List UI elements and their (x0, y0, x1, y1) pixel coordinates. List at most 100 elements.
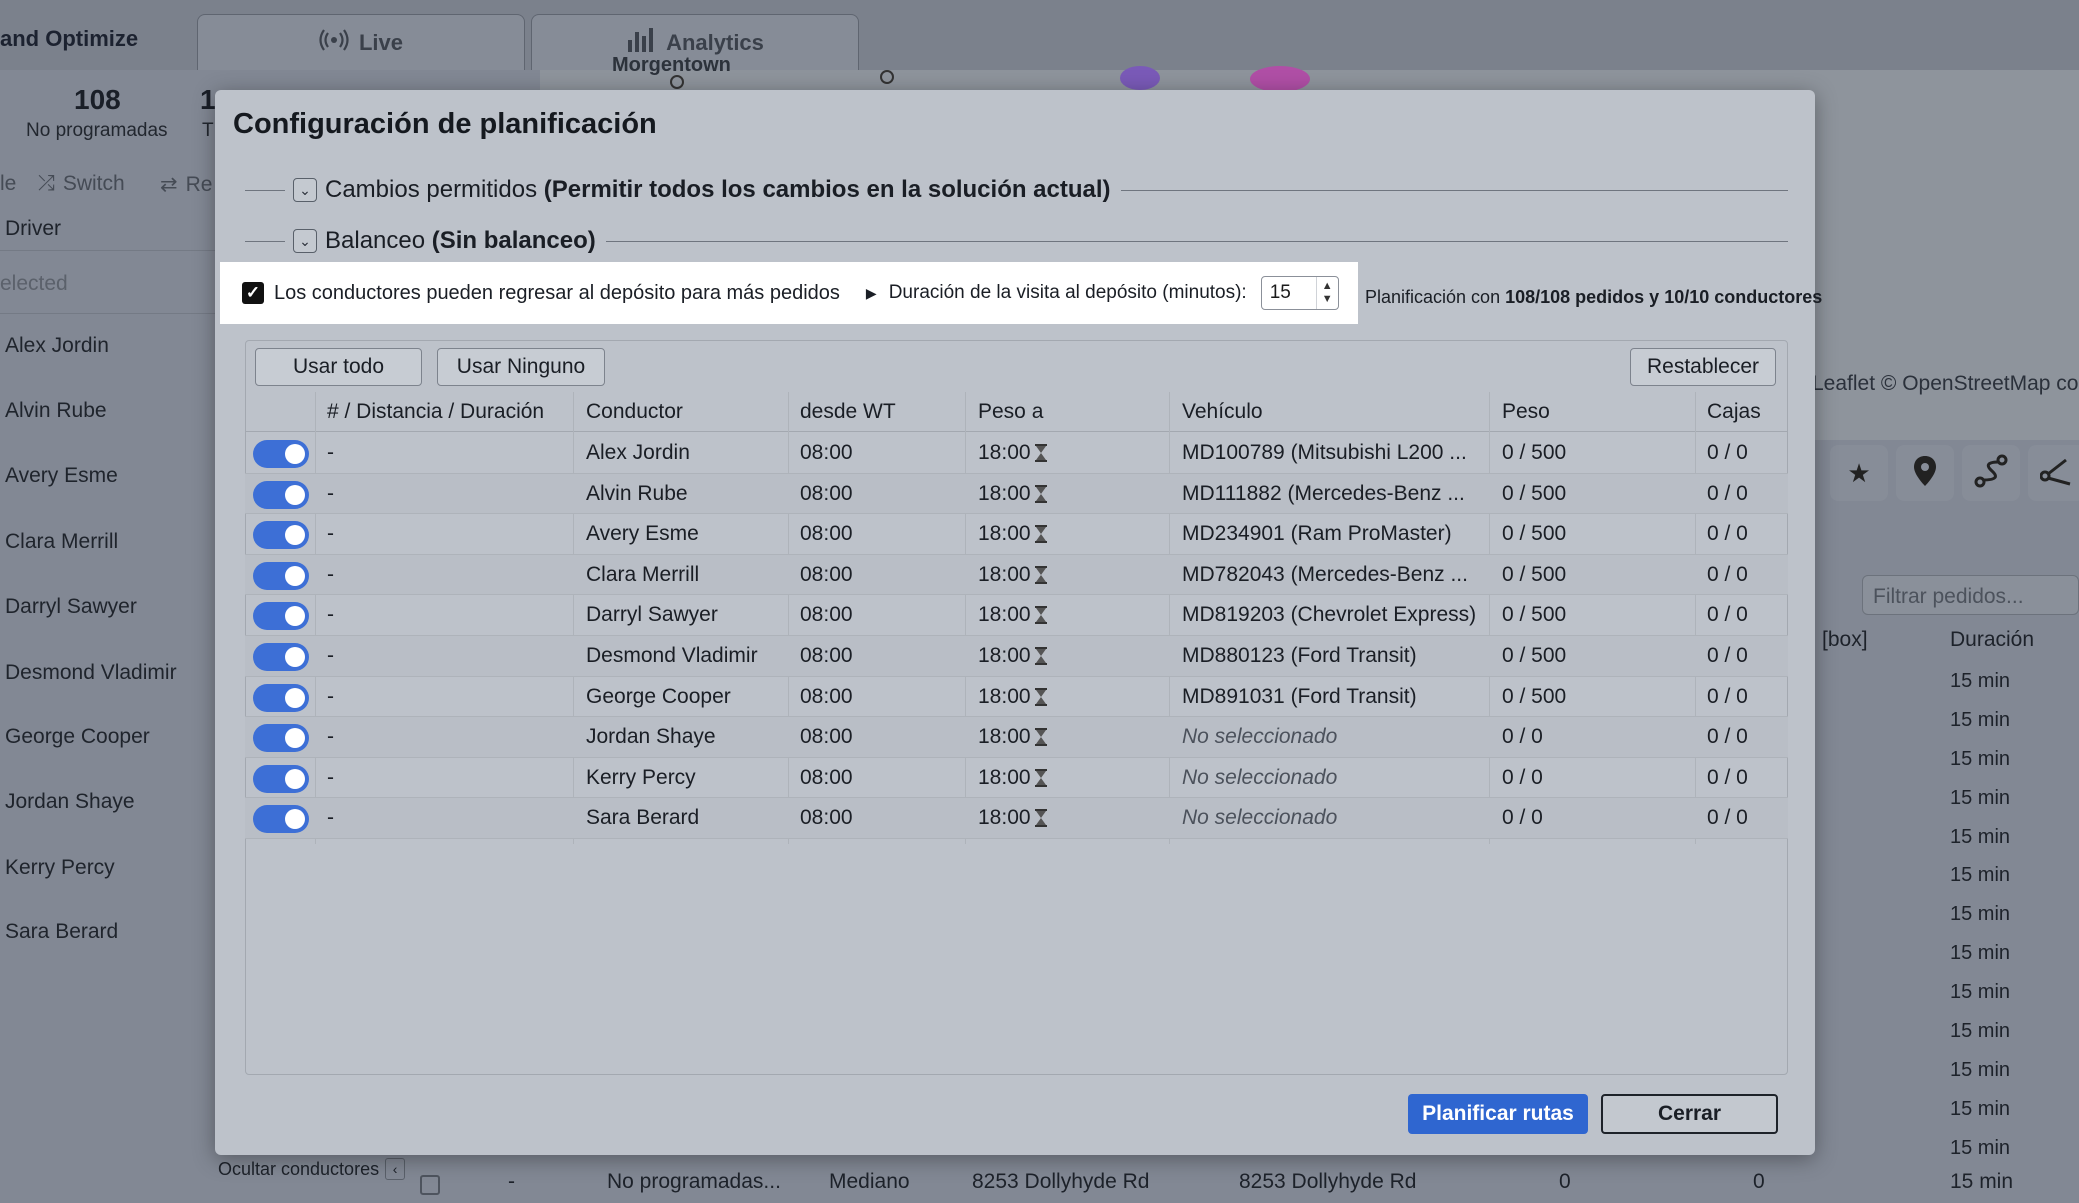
hourglass-icon[interactable] (1034, 565, 1047, 584)
map-cluster-icon[interactable] (1120, 66, 1160, 90)
map-cluster-icon[interactable] (1250, 66, 1310, 92)
path-button[interactable] (2028, 445, 2079, 501)
driver-list-item[interactable]: Kerry Percy (5, 856, 115, 880)
vehicle-cell[interactable]: MD100789 (Mitsubishi L200 ... (1182, 433, 1482, 473)
hourglass-icon[interactable] (1034, 809, 1047, 828)
driver-list-item[interactable]: Sara Berard (5, 920, 118, 944)
column-distance[interactable]: # / Distancia / Duración (327, 392, 544, 432)
hourglass-icon[interactable] (1034, 525, 1047, 544)
balancing-header[interactable]: Balanceo (Sin balanceo) (325, 227, 596, 255)
vehicle-cell[interactable]: No seleccionado (1182, 798, 1482, 838)
toolbar-item[interactable]: le (0, 172, 16, 196)
driver-list-item[interactable]: Jordan Shaye (5, 790, 135, 814)
driver-name-cell-text: George Cooper (586, 684, 731, 708)
table-row[interactable]: - Avery Esme 08:00 18:00 MD234901 (Ram ProMa… (245, 514, 1788, 555)
driver-list-item[interactable]: George Cooper (5, 725, 150, 749)
toolbar-item-re[interactable]: ⇄ Re (160, 172, 212, 197)
chevron-left-icon[interactable]: ‹ (385, 1158, 406, 1180)
driver-list-item[interactable]: Desmond Vladimir (5, 661, 177, 685)
hide-drivers-toggle[interactable]: Ocultar conductores ‹ (218, 1158, 406, 1180)
table-row[interactable]: - Darryl Sawyer 08:00 18:00 MD819203 (Chevro… (245, 595, 1788, 636)
filter-orders-input[interactable]: Filtrar pedidos... (1862, 575, 2079, 615)
weight-cell-text: 0 / 500 (1502, 441, 1567, 464)
hourglass-icon[interactable] (1034, 687, 1047, 706)
vehicle-cell[interactable]: No seleccionado (1182, 717, 1482, 757)
driver-enabled-toggle[interactable] (253, 480, 309, 509)
vehicle-cell[interactable]: MD891031 (Ford Transit) (1182, 677, 1482, 717)
distance-cell: - (327, 514, 334, 554)
allowed-changes-header[interactable]: Cambios permitidos (Permitir todos los c… (325, 176, 1111, 204)
driver-enabled-toggle[interactable] (253, 724, 309, 753)
chevron-down-icon[interactable]: ⌄ (293, 229, 317, 253)
use-all-button[interactable]: Usar todo (255, 348, 422, 386)
vehicle-cell[interactable]: MD880123 (Ford Transit) (1182, 636, 1482, 676)
chevron-up-icon[interactable]: ▲ (1322, 280, 1333, 293)
balancing-section[interactable]: ⌄ Balanceo (Sin balanceo) (245, 226, 1788, 256)
table-row[interactable]: - Sara Berard 08:00 18:00 No seleccionado 0 /… (245, 798, 1788, 839)
close-button[interactable]: Cerrar (1601, 1094, 1778, 1134)
map-marker-icon[interactable] (880, 70, 894, 84)
table-row[interactable]: - Kerry Percy 08:00 18:00 No seleccionado 0 /… (245, 758, 1788, 799)
vehicle-cell[interactable]: No seleccionado (1182, 758, 1482, 798)
use-none-button[interactable]: Usar Ninguno (437, 348, 605, 386)
table-row[interactable]: - Clara Merrill 08:00 18:00 MD782043 (Merced… (245, 554, 1788, 596)
order-checkbox[interactable] (420, 1175, 440, 1195)
chevron-down-icon[interactable]: ⌄ (293, 178, 317, 202)
return-depot-label[interactable]: Los conductores pueden regresar al depós… (274, 282, 840, 305)
column-weight[interactable]: Peso (1502, 392, 1550, 432)
table-row[interactable]: - Jordan Shaye 08:00 18:00 No seleccionado 0 … (245, 717, 1788, 758)
pin-star-button[interactable]: ★ (1830, 445, 1888, 501)
column-vehicle[interactable]: Vehículo (1182, 392, 1263, 432)
hourglass-icon[interactable] (1034, 444, 1047, 462)
hourglass-icon[interactable] (1034, 606, 1047, 625)
end-time-cell: 18:00 (978, 717, 1047, 757)
driver-list-item[interactable]: Darryl Sawyer (5, 595, 137, 619)
driver-enabled-toggle[interactable] (253, 643, 309, 671)
driver-enabled-toggle[interactable] (253, 440, 309, 468)
stepper-arrows[interactable]: ▲ ▼ (1315, 277, 1338, 309)
column-driver[interactable]: Conductor (586, 392, 683, 432)
hourglass-icon[interactable] (1034, 728, 1047, 747)
vehicle-cell-text: No seleccionado (1182, 765, 1338, 789)
table-row[interactable]: - Alvin Rube 08:00 18:00 MD111882 (Mercedes-… (245, 473, 1788, 515)
driver-enabled-toggle[interactable] (253, 602, 309, 631)
driver-list-item[interactable]: Clara Merrill (5, 530, 118, 554)
column-to[interactable]: Peso a (978, 392, 1043, 432)
return-depot-checkbox[interactable]: ✓ (242, 282, 264, 304)
driver-list-item[interactable]: Avery Esme (5, 464, 118, 488)
vehicle-cell[interactable]: MD819203 (Chevrolet Express) (1182, 595, 1482, 635)
column-boxes[interactable]: Cajas (1707, 392, 1761, 432)
depot-duration-value[interactable]: 15 (1262, 282, 1316, 304)
table-row[interactable]: - George Cooper 08:00 18:00 MD891031 (Ford T… (245, 677, 1788, 718)
boxes-cell: 0 / 0 (1707, 798, 1748, 838)
table-row[interactable]: - Desmond Vladimir 08:00 18:00 MD880123 (For… (245, 636, 1788, 677)
chevron-down-icon[interactable]: ▼ (1322, 293, 1333, 306)
driver-list-item[interactable]: Alvin Rube (5, 399, 107, 423)
vehicle-cell[interactable]: MD234901 (Ram ProMaster) (1182, 514, 1482, 554)
column-from[interactable]: desde WT (800, 392, 896, 432)
driver-enabled-toggle[interactable] (253, 521, 309, 550)
allowed-changes-section[interactable]: ⌄ Cambios permitidos (Permitir todos los… (245, 175, 1788, 205)
driver-enabled-toggle[interactable] (253, 683, 309, 712)
hourglass-icon[interactable] (1034, 768, 1047, 787)
location-button[interactable] (1896, 445, 1954, 501)
hourglass-icon[interactable] (1034, 647, 1047, 665)
reset-button[interactable]: Restablecer (1630, 348, 1776, 386)
plan-routes-button[interactable]: Planificar rutas (1408, 1094, 1588, 1134)
route-button[interactable] (1962, 445, 2020, 501)
hourglass-icon[interactable] (1034, 484, 1047, 503)
order-duration: 15 min (1950, 1020, 2011, 1042)
vehicle-cell-text: No seleccionado (1182, 725, 1338, 749)
table-row[interactable]: - Alex Jordin 08:00 18:00 MD100789 (Mitsubis… (245, 433, 1788, 474)
vehicle-cell[interactable]: MD782043 (Mercedes-Benz ... (1182, 555, 1482, 595)
driver-enabled-toggle[interactable] (253, 805, 309, 834)
depot-duration-stepper[interactable]: 15 ▲ ▼ (1260, 276, 1339, 310)
balancing-label: Balanceo (325, 227, 426, 254)
driver-enabled-toggle[interactable] (253, 561, 309, 590)
driver-enabled-toggle[interactable] (253, 764, 309, 793)
vehicle-cell[interactable]: MD111882 (Mercedes-Benz ... (1182, 474, 1482, 514)
driver-list-item[interactable]: Alex Jordin (5, 334, 109, 358)
tab-live[interactable]: Live (197, 14, 525, 70)
switch-button[interactable]: ⤮ Switch (38, 172, 125, 196)
map-marker-icon[interactable] (670, 75, 684, 89)
